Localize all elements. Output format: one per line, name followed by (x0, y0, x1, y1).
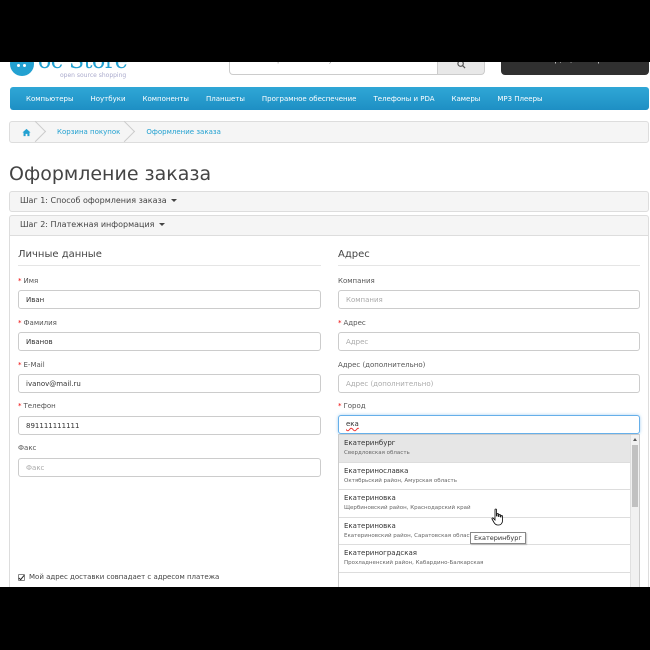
shipping-same-row: Мой адрес доставки совпадает с адресом п… (18, 573, 219, 581)
personal-divider (18, 265, 321, 266)
city-tooltip: Екатеринбург (470, 532, 526, 544)
firstname-input[interactable] (18, 290, 321, 309)
firstname-label: * Имя (18, 277, 38, 285)
step2-title: Шаг 2: Платежная информация (20, 220, 155, 229)
nav-item-software[interactable]: Програмное обеспечение (262, 95, 357, 103)
step1-header[interactable]: Шаг 1: Способ оформления заказа (9, 191, 649, 212)
search-button[interactable] (437, 62, 485, 75)
email-label-text: E-Mail (23, 361, 45, 369)
store-logo-icon[interactable] (10, 62, 34, 76)
fax-label: Факс (18, 444, 36, 452)
nav-item-tablets[interactable]: Планшеты (206, 95, 245, 103)
autocomplete-city-region: Свердловская область (344, 450, 410, 456)
address2-label: Адрес (дополнительно) (338, 361, 425, 369)
breadcrumb-checkout[interactable]: Оформление заказа (134, 122, 234, 142)
autocomplete-city-region: Октябрьский район, Амурская область (344, 477, 457, 484)
email-input[interactable] (18, 374, 321, 393)
phone-input[interactable] (18, 416, 321, 435)
lastname-input[interactable] (18, 332, 321, 351)
required-star: * (338, 402, 342, 410)
bottom-black-band (0, 587, 650, 650)
autocomplete-item[interactable]: Екатериновка Щербиновский район, Краснод… (339, 490, 639, 518)
required-star: * (18, 319, 22, 327)
autocomplete-city-name: Екатеринбург (344, 439, 396, 447)
address-legend: Адрес (338, 249, 370, 260)
search-input[interactable]: Поиск товара по каталогу (229, 62, 438, 75)
company-label-text: Компания (338, 277, 375, 285)
store-page: oc Store open source shopping Поиск това… (0, 62, 650, 587)
company-input[interactable] (338, 290, 640, 309)
lastname-label-text: Фамилия (23, 319, 57, 327)
nav-item-components[interactable]: Компоненты (143, 95, 189, 103)
phone-label: * Телефон (18, 402, 56, 410)
autocomplete-city-region: Щербиновский район, Краснодарский край (344, 505, 471, 511)
step1-title: Шаг 1: Способ оформления заказа (20, 196, 167, 205)
scroll-up-icon[interactable] (633, 438, 637, 441)
shipping-same-checkbox[interactable] (18, 573, 25, 581)
search-icon (456, 62, 466, 69)
home-icon (22, 128, 31, 136)
city-label-text: Город (343, 402, 366, 410)
required-star: * (18, 361, 22, 369)
scrollbar-thumb[interactable] (632, 445, 638, 507)
autocomplete-item[interactable]: Екатериноградская Прохладненский район, … (339, 545, 639, 573)
caret-down-icon (171, 199, 178, 202)
nav-item-phones[interactable]: Телефоны и PDA (373, 95, 434, 103)
nav-item-cameras[interactable]: Камеры (452, 95, 481, 103)
required-star: * (18, 402, 22, 410)
city-autocomplete: Екатеринбург Свердловская область Екатер… (338, 434, 640, 587)
address-divider (338, 265, 640, 266)
company-label: Компания (338, 277, 375, 285)
nav-item-mp3[interactable]: MP3 Плееры (497, 95, 542, 103)
city-input[interactable]: ека (338, 415, 640, 434)
address1-label-text: Адрес (343, 319, 366, 327)
top-black-band (0, 0, 650, 62)
breadcrumb-home[interactable] (10, 122, 45, 142)
autocomplete-city-name: Екатериновка (344, 521, 396, 530)
caret-down-icon (159, 223, 166, 226)
fax-input[interactable] (18, 458, 321, 477)
autocomplete-scrollbar[interactable] (630, 435, 639, 587)
step2-header[interactable]: Шаг 2: Платежная информация (9, 215, 649, 236)
nav-item-computers[interactable]: Компьютеры (26, 95, 73, 103)
mouse-pointer-icon (491, 508, 503, 526)
address1-input[interactable] (338, 332, 640, 351)
nav-item-laptops[interactable]: Ноутбуки (90, 95, 125, 103)
city-input-value: ека (346, 420, 359, 428)
lastname-label: * Фамилия (18, 319, 57, 327)
autocomplete-city-name: Екатериновка (344, 494, 396, 502)
cart-button[interactable]: 0 товар(ов) - 0.00 р. (501, 62, 649, 75)
firstname-label-text: Имя (23, 277, 39, 285)
fax-label-text: Факс (18, 444, 37, 452)
main-nav: Компьютеры Ноутбуки Компоненты Планшеты … (10, 87, 649, 110)
breadcrumb: Корзина покупок Оформление заказа (9, 121, 649, 143)
phone-label-text: Телефон (23, 402, 56, 410)
address2-input[interactable] (338, 374, 640, 393)
personal-legend: Личные данные (18, 249, 102, 260)
autocomplete-city-name: Екатеринославка (344, 466, 409, 475)
page-title: Оформление заказа (9, 163, 212, 185)
breadcrumb-cart[interactable]: Корзина покупок (45, 122, 134, 142)
city-label: * Город (338, 402, 366, 410)
required-star: * (18, 277, 22, 285)
address2-label-text: Адрес (дополнительно) (338, 361, 426, 369)
autocomplete-city-region: Прохладненский район, Кабардино-Балкарск… (344, 560, 484, 566)
autocomplete-city-name: Екатериноградская (344, 549, 418, 557)
required-star: * (338, 319, 342, 327)
store-logo-subtitle: open source shopping (60, 72, 127, 79)
autocomplete-item[interactable]: Екатеринбург Свердловская область (339, 435, 639, 463)
shipping-same-label[interactable]: Мой адрес доставки совпадает с адресом п… (29, 573, 219, 581)
autocomplete-item[interactable]: Екатеринославка Октябрьский район, Амурс… (339, 463, 639, 490)
email-label: * E-Mail (18, 361, 45, 369)
address1-label: * Адрес (338, 319, 366, 327)
